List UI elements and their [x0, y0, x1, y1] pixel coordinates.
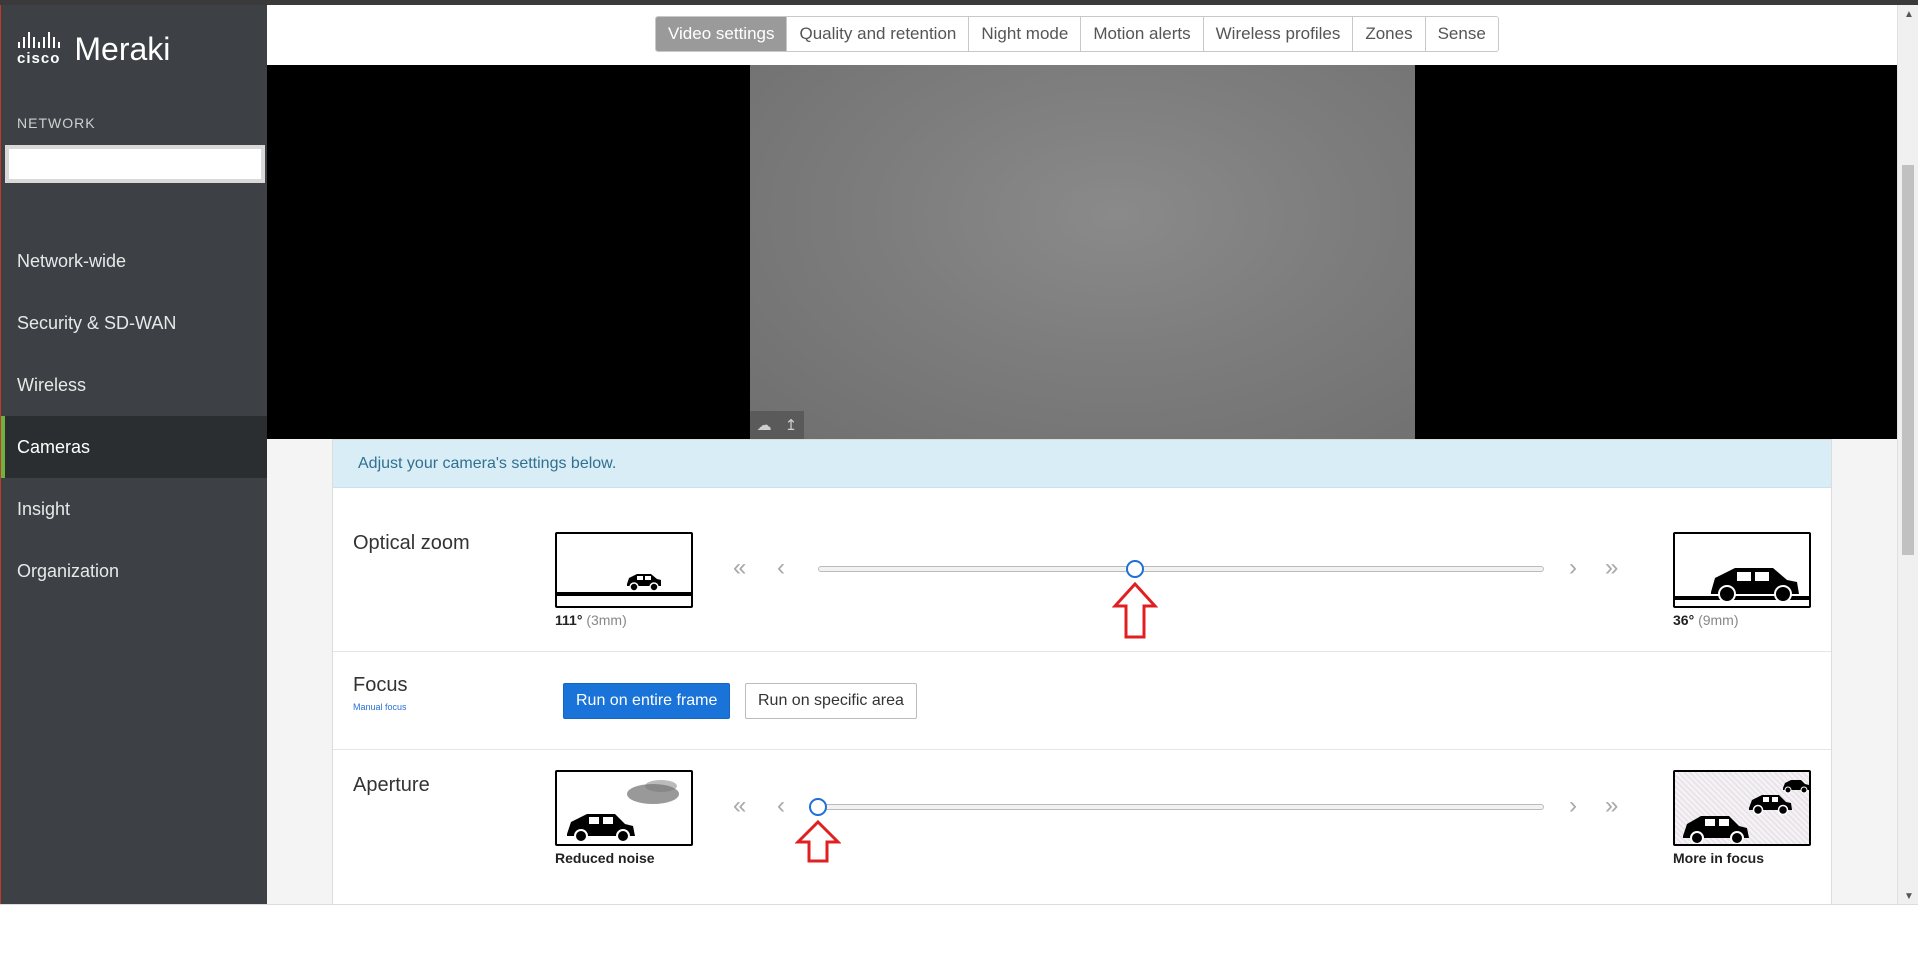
telephoto-detail: (9mm) — [1698, 612, 1739, 628]
red-arrow-up-icon — [795, 820, 841, 863]
main-content: Video settings Quality and retention Nig… — [267, 5, 1897, 904]
settings-tab-bar: Video settings Quality and retention Nig… — [267, 5, 1897, 65]
focus-title: Focus — [353, 674, 408, 696]
page-scrollbar[interactable]: ▲ ▼ — [1897, 5, 1918, 904]
aperture-fast-forward-icon[interactable]: » — [1605, 794, 1618, 818]
tab-zones[interactable]: Zones — [1353, 17, 1426, 51]
sidebar-item-insight[interactable]: Insight — [1, 478, 267, 540]
sidebar-item-organization[interactable]: Organization — [1, 540, 267, 602]
zoom-back-icon[interactable]: ‹ — [777, 556, 785, 580]
more-in-focus-caption: More in focus — [1673, 850, 1765, 866]
camera-video-frame[interactable]: ☁ ↥ — [750, 65, 1415, 439]
reduced-noise-caption: Reduced noise — [555, 850, 655, 866]
camera-settings-panel: Adjust your camera's settings below. Opt… — [332, 439, 1832, 904]
telephoto-caption: 36° (9mm) — [1673, 612, 1739, 628]
sidebar-nav: Network-wide Security & SD-WAN Wireless … — [1, 230, 267, 602]
aperture-title: Aperture — [353, 774, 430, 796]
sidebar-item-network-wide[interactable]: Network-wide — [1, 230, 267, 292]
tab-motion-alerts[interactable]: Motion alerts — [1081, 17, 1204, 51]
zoom-forward-icon[interactable]: › — [1569, 556, 1577, 580]
run-specific-area-button[interactable]: Run on specific area — [745, 683, 917, 719]
sidebar-item-cameras[interactable]: Cameras — [1, 416, 267, 478]
zoom-fast-forward-icon[interactable]: » — [1605, 556, 1618, 580]
scroll-up-icon[interactable]: ▲ — [1904, 9, 1914, 20]
wide-angle-caption: 111° (3mm) — [555, 612, 627, 628]
app-window: cisco Meraki NETWORK Network-wide Securi… — [0, 0, 1918, 973]
video-stream-area: ☁ ↥ — [267, 65, 1897, 439]
optical-zoom-slider[interactable]: « ‹ › » — [733, 548, 1633, 639]
wide-angle-car-image — [555, 532, 693, 608]
zoom-slider-track[interactable] — [818, 566, 1544, 572]
aperture-row: Aperture Reduced noise « ‹ › » More in f… — [333, 750, 1831, 904]
telephoto-car-image — [1673, 532, 1811, 608]
optical-zoom-row: Optical zoom 111° (3mm) « ‹ › » 36° (9mm… — [333, 488, 1831, 652]
tab-group: Video settings Quality and retention Nig… — [655, 16, 1499, 52]
aperture-fast-back-icon[interactable]: « — [733, 794, 746, 818]
tab-sense[interactable]: Sense — [1425, 17, 1498, 51]
more-in-focus-image — [1673, 770, 1811, 846]
focus-row: Focus Manual focus Run on entire frame R… — [333, 652, 1831, 750]
optical-zoom-title: Optical zoom — [353, 532, 470, 554]
tab-quality-and-retention[interactable]: Quality and retention — [787, 17, 970, 51]
red-arrow-up-icon — [1112, 582, 1159, 639]
meraki-wordmark: Meraki — [74, 31, 171, 67]
sidebar-item-wireless[interactable]: Wireless — [1, 354, 267, 416]
video-controls: ☁ ↥ — [750, 411, 804, 439]
aperture-slider[interactable]: « ‹ › » — [733, 786, 1633, 866]
scroll-thumb[interactable] — [1902, 165, 1914, 555]
aperture-back-icon[interactable]: ‹ — [777, 794, 785, 818]
zoom-fast-back-icon[interactable]: « — [733, 556, 746, 580]
cisco-wordmark: cisco — [17, 50, 61, 67]
sidebar: cisco Meraki NETWORK Network-wide Securi… — [0, 5, 267, 904]
zoom-slider-handle[interactable] — [1126, 560, 1145, 578]
aperture-slider-handle[interactable] — [809, 798, 827, 816]
run-entire-frame-button[interactable]: Run on entire frame — [563, 683, 731, 719]
aperture-slider-track[interactable] — [818, 804, 1544, 810]
cloud-icon[interactable]: ☁ — [757, 416, 772, 434]
tab-video-settings[interactable]: Video settings — [656, 17, 788, 51]
meraki-logo[interactable]: cisco Meraki — [17, 31, 170, 68]
info-message: Adjust your camera's settings below. — [333, 440, 1831, 488]
aperture-forward-icon[interactable]: › — [1569, 794, 1577, 818]
cisco-logo-icon: cisco — [17, 32, 60, 67]
sidebar-item-security-sd-wan[interactable]: Security & SD-WAN — [1, 292, 267, 354]
network-section-label: NETWORK — [17, 115, 96, 131]
wide-angle-detail: (3mm) — [586, 612, 627, 628]
arrow-up-icon[interactable]: ↥ — [785, 416, 798, 434]
reduced-noise-image — [555, 770, 693, 846]
tab-wireless-profiles[interactable]: Wireless profiles — [1203, 17, 1354, 51]
telephoto-value: 36° — [1673, 612, 1695, 628]
tab-night-mode[interactable]: Night mode — [969, 17, 1082, 51]
window-bottom-area — [0, 904, 1918, 973]
scroll-down-icon[interactable]: ▼ — [1904, 891, 1914, 902]
wide-angle-value: 111° — [555, 612, 583, 628]
network-selector-input[interactable] — [5, 145, 265, 183]
manual-focus-link[interactable]: Manual focus — [353, 702, 407, 712]
